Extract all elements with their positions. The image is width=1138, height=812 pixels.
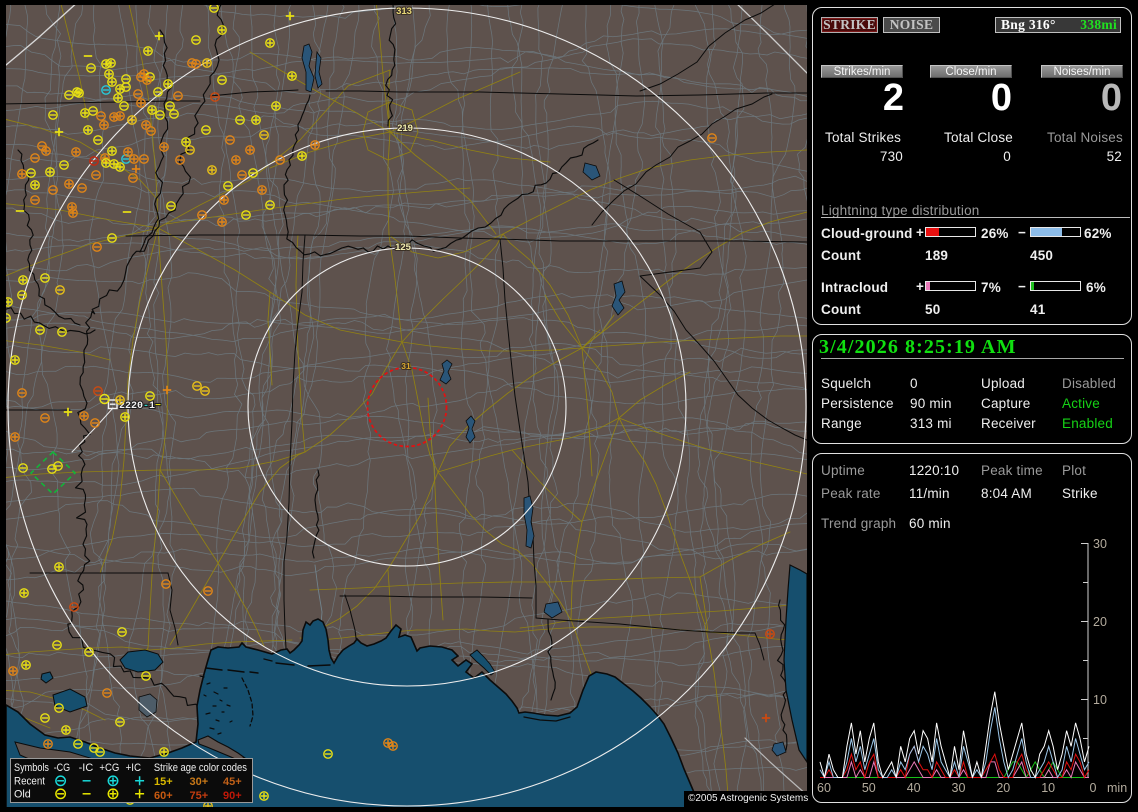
svg-text:min: min	[1107, 781, 1127, 795]
svg-text:Symbols: Symbols	[14, 762, 50, 774]
svg-text:125: 125	[395, 242, 412, 253]
svg-text:20: 20	[1093, 615, 1107, 629]
svg-text:20: 20	[996, 781, 1010, 795]
svg-text:0: 0	[1090, 781, 1097, 795]
svg-text:+IC: +IC	[126, 762, 142, 774]
svg-text:60+: 60+	[154, 790, 173, 802]
svg-text:2220-1−: 2220-1−	[119, 401, 161, 412]
svg-text:313: 313	[396, 6, 412, 17]
svg-text:45+: 45+	[223, 776, 242, 788]
svg-text:Strike age color codes: Strike age color codes	[154, 762, 248, 774]
svg-text:30: 30	[1093, 537, 1107, 551]
svg-text:219: 219	[397, 123, 413, 134]
svg-text:Old: Old	[14, 789, 31, 801]
svg-text:31: 31	[401, 361, 411, 371]
svg-text:90+: 90+	[223, 790, 242, 802]
svg-text:75+: 75+	[190, 790, 209, 802]
svg-text:50: 50	[862, 781, 876, 795]
svg-text:10: 10	[1041, 781, 1055, 795]
svg-text:30+: 30+	[190, 776, 209, 788]
svg-text:10: 10	[1093, 693, 1107, 707]
svg-text:40: 40	[907, 781, 921, 795]
svg-text:+CG: +CG	[99, 762, 119, 774]
svg-text:Recent: Recent	[14, 776, 45, 788]
svg-text:30: 30	[952, 781, 966, 795]
svg-text:-IC: -IC	[79, 762, 94, 774]
svg-text:15+: 15+	[154, 776, 173, 788]
svg-text:-CG: -CG	[54, 762, 70, 774]
svg-text:60: 60	[817, 781, 831, 795]
